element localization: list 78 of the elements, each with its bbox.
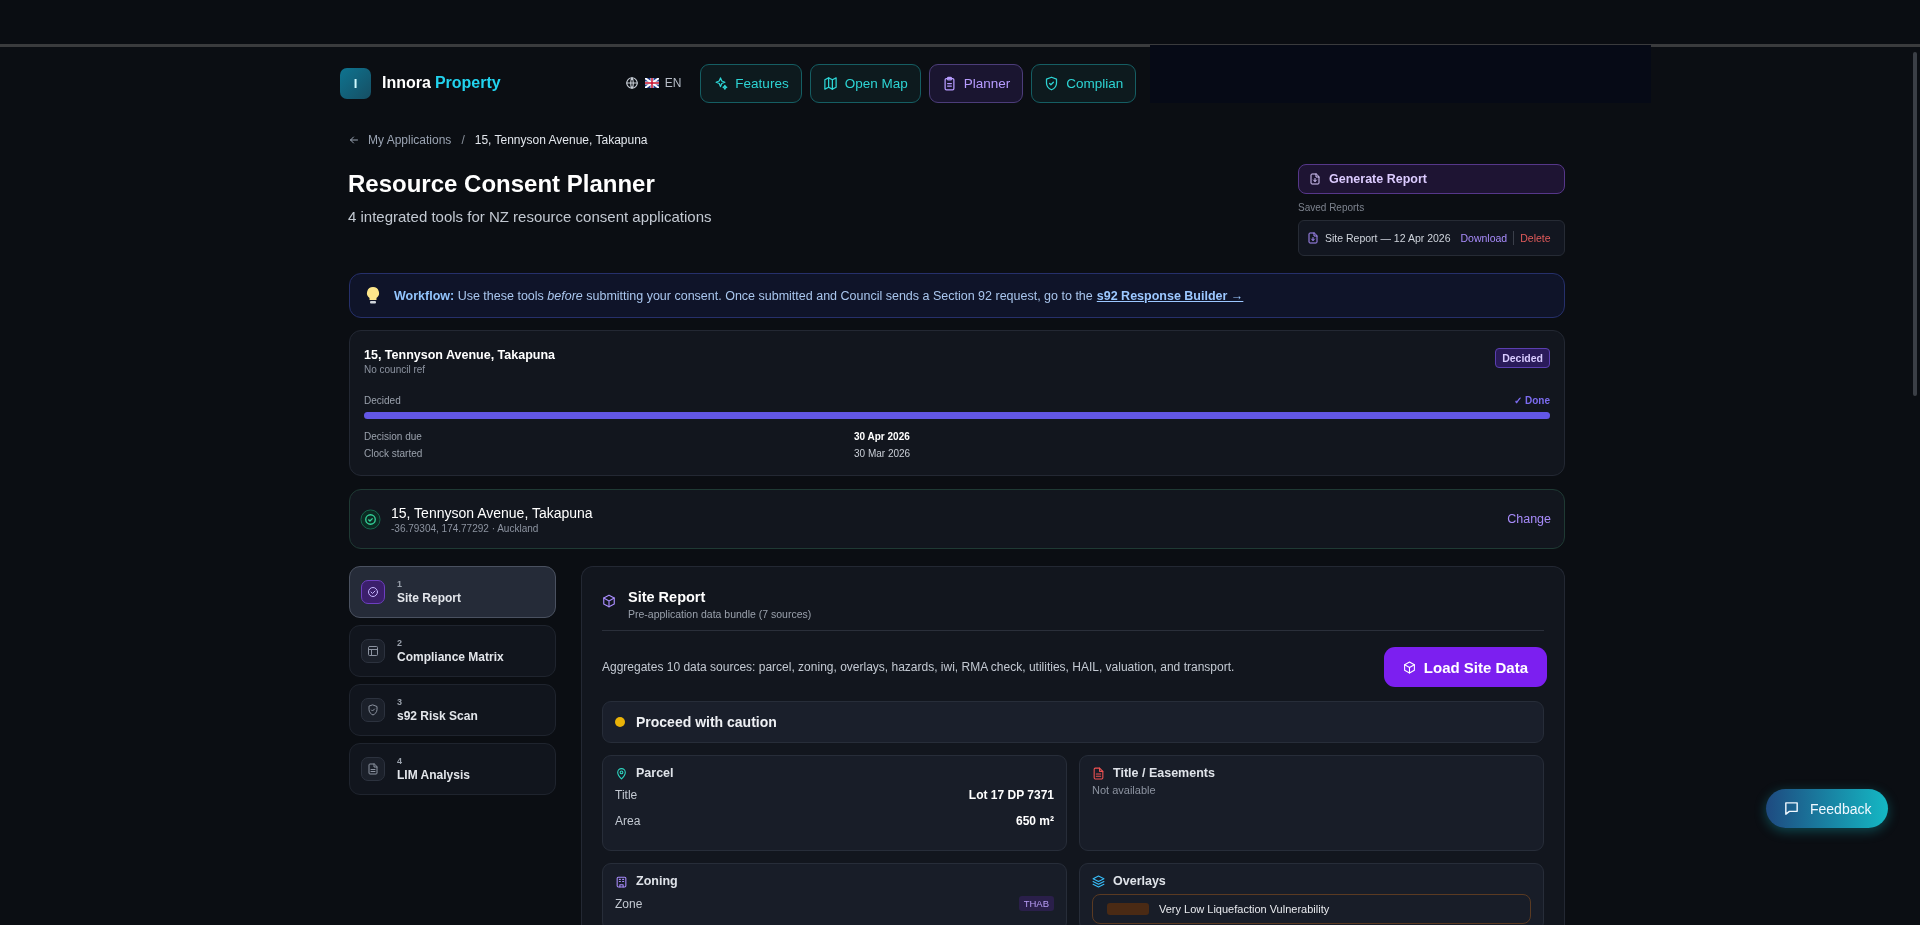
layers-icon (1092, 874, 1105, 888)
date-label: Clock started (364, 448, 424, 459)
brand-name: Innora (382, 74, 431, 92)
clipboard-icon (941, 75, 957, 91)
location-coordinates: -36.79304, 174.77292 · Auckland (391, 522, 540, 534)
file-download-icon (1309, 173, 1321, 185)
breadcrumb-separator: / (461, 133, 465, 147)
check-circle-icon (360, 508, 381, 530)
document-icon (367, 763, 379, 775)
step-tab[interactable]: 2 Compliance Matrix (349, 625, 556, 677)
step-tab[interactable]: 1 Site Report (349, 566, 556, 618)
application-address: 15, Tennyson Avenue, Takapuna (364, 348, 556, 362)
location-address: 15, Tennyson Avenue, Takapuna (391, 504, 594, 521)
logo-badge: I (340, 67, 371, 99)
date-label: Decision due (364, 431, 423, 442)
workflow-text: Workflow: Use these tools before submitting your consent. Once submitted and Council sends a Section 92 request, go to the (394, 288, 1093, 303)
globe-icon (624, 76, 639, 90)
status-badge: Decided (1495, 348, 1550, 368)
scrollbar-thumb[interactable] (1913, 52, 1917, 396)
back-arrow-icon (348, 134, 360, 146)
brand-name-accent: Property (434, 74, 501, 92)
verdict-text: Proceed with caution (636, 714, 777, 730)
stage-label: Decided (364, 395, 401, 406)
table-icon (367, 645, 379, 657)
field-label: Title (615, 788, 638, 802)
panel-description: Aggregates 10 data sources: parcel, zoning, overlays, hazards, iwi, RMA check, utilities, HAIL, valuation, and transport. (602, 660, 1235, 674)
sparkle-icon (713, 75, 729, 91)
stage-state: ✓ Done (1514, 395, 1550, 406)
panel-title: Site Report (628, 589, 707, 605)
breadcrumb-current: 15, Tennyson Avenue, Takapuna (474, 133, 648, 147)
card-note: Not available (1092, 784, 1157, 796)
response-builder-link[interactable]: s92 Response Builder → (1096, 288, 1244, 303)
card-title: Overlays (1113, 874, 1166, 888)
date-value: 30 Mar 2026 (854, 448, 912, 459)
language-selector[interactable]: EN (618, 75, 688, 91)
council-ref: No council ref (364, 364, 427, 375)
shield-icon (367, 704, 379, 716)
flag-icon (644, 78, 659, 88)
document-icon (1092, 766, 1105, 780)
card-title: Zoning (636, 874, 678, 888)
load-site-data-button[interactable]: Load Site Data (1383, 647, 1547, 687)
generate-report-button[interactable]: Generate Report (1298, 164, 1565, 194)
panel-subtitle: Pre-application data bundle (7 sources) (628, 608, 812, 620)
cube-icon (602, 594, 616, 608)
field-label: Zone (615, 896, 643, 911)
lightbulb-icon (364, 285, 382, 306)
card-title: Title / Easements (1113, 766, 1215, 780)
date-value: 30 Apr 2026 (854, 431, 911, 442)
nav-button[interactable]: Planner (928, 63, 1024, 103)
section-label: Saved Reports (1298, 202, 1366, 213)
shield-icon (1044, 75, 1060, 91)
overlay-name: Very Low Liquefaction Vulnerability (1159, 903, 1330, 915)
zone-badge: THAB (1018, 896, 1054, 911)
field-label: Area (615, 814, 641, 828)
cube-icon (1402, 660, 1416, 674)
step-tab[interactable]: 4 LIM Analysis (349, 743, 556, 795)
file-download-icon (1307, 232, 1319, 244)
map-icon (822, 75, 838, 91)
download-link[interactable]: Download (1460, 232, 1508, 244)
check-circle-icon (367, 586, 379, 598)
page-subtitle: 4 integrated tools for NZ resource consent applications (348, 208, 712, 225)
nav-button[interactable]: Open Map (809, 63, 921, 103)
nav-button[interactable]: Complian (1031, 63, 1137, 103)
field-value: 650 m² (1015, 814, 1054, 828)
report-name: Site Report — 12 Apr 2026 (1325, 232, 1451, 244)
field-value: Lot 17 DP 7371 (968, 788, 1054, 802)
feedback-button[interactable]: Feedback (1766, 789, 1889, 828)
delete-link[interactable]: Delete (1520, 232, 1551, 244)
change-link[interactable]: Change (1507, 512, 1551, 526)
overlay-tag (1107, 903, 1149, 915)
step-tab[interactable]: 3 s92 Risk Scan (349, 684, 556, 736)
card-title: Parcel (636, 766, 674, 780)
breadcrumb-link[interactable]: My Applications (348, 133, 452, 147)
building-icon (615, 874, 628, 888)
nav-button[interactable]: Features (700, 63, 802, 103)
message-icon (1783, 800, 1800, 817)
page-title: Resource Consent Planner (348, 170, 656, 198)
map-pin-icon (615, 766, 628, 780)
